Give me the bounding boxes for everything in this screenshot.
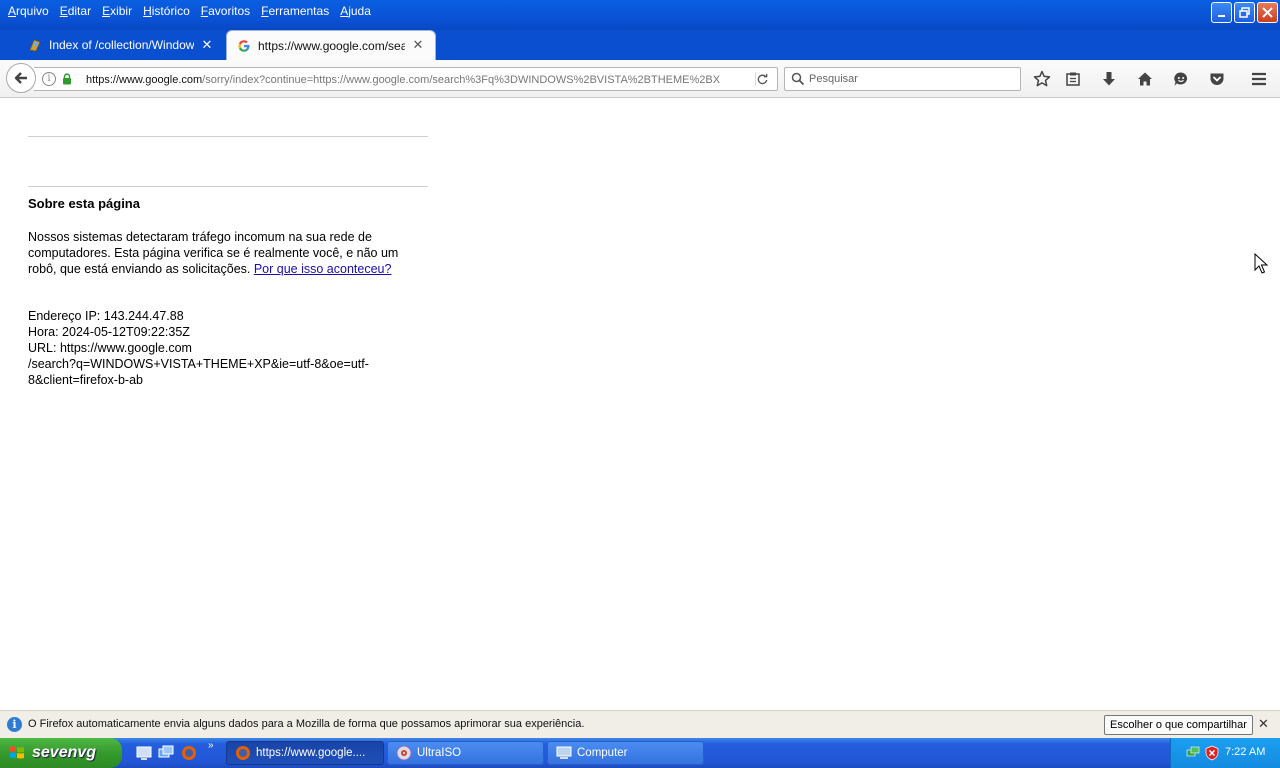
tab-google-sorry[interactable]: https://www.google.com/sea... ✕ <box>226 30 436 60</box>
system-tray: 7:22 AM <box>1170 738 1280 768</box>
taskbar-item-label: UltraISO <box>417 747 462 759</box>
tab-close-icon[interactable]: ✕ <box>200 38 214 53</box>
tab-label: https://www.google.com/sea... <box>258 38 405 53</box>
clock: 7:22 AM <box>1225 746 1266 758</box>
request-details: Endereço IP: 143.244.47.88 Hora: 2024-05… <box>28 308 428 388</box>
firefox-icon <box>236 746 250 760</box>
taskbar-item-firefox[interactable]: https://www.google.... <box>226 741 384 765</box>
url-line: URL: https://www.google.com <box>28 341 192 355</box>
security-shield-icon[interactable] <box>1204 745 1220 761</box>
page-heading: Sobre esta página <box>28 196 140 211</box>
restore-button[interactable] <box>1234 2 1255 23</box>
lock-icon[interactable] <box>62 73 72 85</box>
download-arrow-icon <box>1103 72 1115 86</box>
switch-windows-icon[interactable] <box>158 745 174 761</box>
notification-text: O Firefox automaticamente envia alguns d… <box>28 718 585 730</box>
reload-icon[interactable] <box>755 72 769 86</box>
mouse-cursor-icon <box>1254 253 1268 274</box>
menu-exibir[interactable]: Exibir <box>98 3 136 19</box>
tab-close-icon[interactable]: ✕ <box>411 38 425 53</box>
choose-what-to-share-button[interactable]: Escolher o que compartilhar <box>1104 715 1253 735</box>
quick-launch-more-icon[interactable]: » <box>208 740 214 751</box>
pocket-icon <box>1210 73 1224 85</box>
hamburger-icon <box>1252 72 1266 86</box>
close-window-button[interactable] <box>1257 2 1278 23</box>
search-input[interactable] <box>809 72 1009 86</box>
ip-address-line: Endereço IP: 143.244.47.88 <box>28 309 184 323</box>
minimize-icon <box>1217 14 1225 17</box>
why-did-this-happen-link[interactable]: Por que isso aconteceu? <box>254 262 392 276</box>
tab-strip: Index of /collection/Windows 7/ ✕ https:… <box>0 30 1280 80</box>
navigation-toolbar: i https://www.google.com/sorry/index?con… <box>0 60 1280 98</box>
menu-editar[interactable]: Editar <box>56 3 95 19</box>
close-icon[interactable]: ✕ <box>1258 717 1269 732</box>
menu-bar: Arquivo Editar Exibir Histórico Favorito… <box>4 3 378 19</box>
chat-smile-icon <box>1174 72 1188 86</box>
taskbar-item-label: Computer <box>577 747 628 759</box>
window-controls <box>1211 2 1278 23</box>
search-bar[interactable] <box>784 67 1021 91</box>
show-desktop-icon[interactable] <box>136 745 152 761</box>
menu-ajuda[interactable]: Ajuda <box>336 3 375 19</box>
title-bar: Arquivo Editar Exibir Histórico Favorito… <box>0 0 1280 30</box>
url-bar[interactable]: i https://www.google.com/sorry/index?con… <box>34 67 778 91</box>
url-line-continued: 8&client=firefox-b-ab <box>28 373 143 387</box>
pocket-button[interactable] <box>1207 69 1227 89</box>
menu-favoritos[interactable]: Favoritos <box>197 3 254 19</box>
taskbar: sevenvg » https://www.google.... UltraIS… <box>0 738 1280 768</box>
divider <box>28 136 428 137</box>
menu-button[interactable] <box>1249 69 1269 89</box>
clipboard-icon <box>1066 72 1080 86</box>
bookmark-star-button[interactable] <box>1032 69 1052 89</box>
tab-index-of-collection[interactable]: Index of /collection/Windows 7/ ✕ <box>18 30 224 60</box>
start-button[interactable]: sevenvg <box>0 738 122 768</box>
time-line: Hora: 2024-05-12T09:22:35Z <box>28 325 190 339</box>
menu-arquivo[interactable]: Arquivo <box>4 3 53 19</box>
url-path: /sorry/index?continue=https://www.google… <box>202 74 720 86</box>
menu-ferramentas[interactable]: Ferramentas <box>257 3 333 19</box>
home-button[interactable] <box>1135 69 1155 89</box>
tab-label: Index of /collection/Windows 7/ <box>49 38 194 52</box>
hello-button[interactable] <box>1171 69 1191 89</box>
firefox-icon[interactable] <box>181 745 197 761</box>
taskbar-item-label: https://www.google.... <box>256 747 366 759</box>
taskbar-item-ultraiso[interactable]: UltraISO <box>387 741 544 765</box>
star-icon <box>1033 70 1051 87</box>
divider <box>28 186 428 187</box>
network-icon[interactable] <box>1185 745 1201 761</box>
minimize-button[interactable] <box>1211 2 1232 23</box>
computer-icon <box>556 746 572 759</box>
url-line-continued: /search?q=WINDOWS+VISTA+THEME+XP&ie=utf-… <box>28 357 369 371</box>
menu-historico[interactable]: Histórico <box>139 3 194 19</box>
search-icon <box>791 72 805 86</box>
home-icon <box>1138 72 1152 86</box>
google-icon <box>237 39 251 53</box>
restore-icon <box>1239 7 1250 18</box>
url-domain: https://www.google.com <box>86 74 203 86</box>
taskbar-item-computer[interactable]: Computer <box>547 741 704 765</box>
start-label: sevenvg <box>32 744 97 761</box>
arrow-left-icon <box>14 72 27 84</box>
page-content: Sobre esta página Nossos sistemas detect… <box>0 98 1280 710</box>
windows-logo-icon <box>10 746 24 759</box>
info-icon: i <box>7 717 22 732</box>
reading-list-button[interactable] <box>1063 69 1083 89</box>
notification-bar: i O Firefox automaticamente envia alguns… <box>0 710 1280 738</box>
back-button[interactable] <box>6 63 36 93</box>
about-paragraph: Nossos sistemas detectaram tráfego incom… <box>28 229 428 277</box>
downloads-button[interactable] <box>1099 69 1119 89</box>
close-icon <box>1262 7 1273 18</box>
url-text[interactable]: https://www.google.com/sorry/index?conti… <box>86 73 720 87</box>
info-icon[interactable]: i <box>42 72 56 86</box>
disc-icon <box>396 745 412 761</box>
folder-icon <box>28 38 42 52</box>
